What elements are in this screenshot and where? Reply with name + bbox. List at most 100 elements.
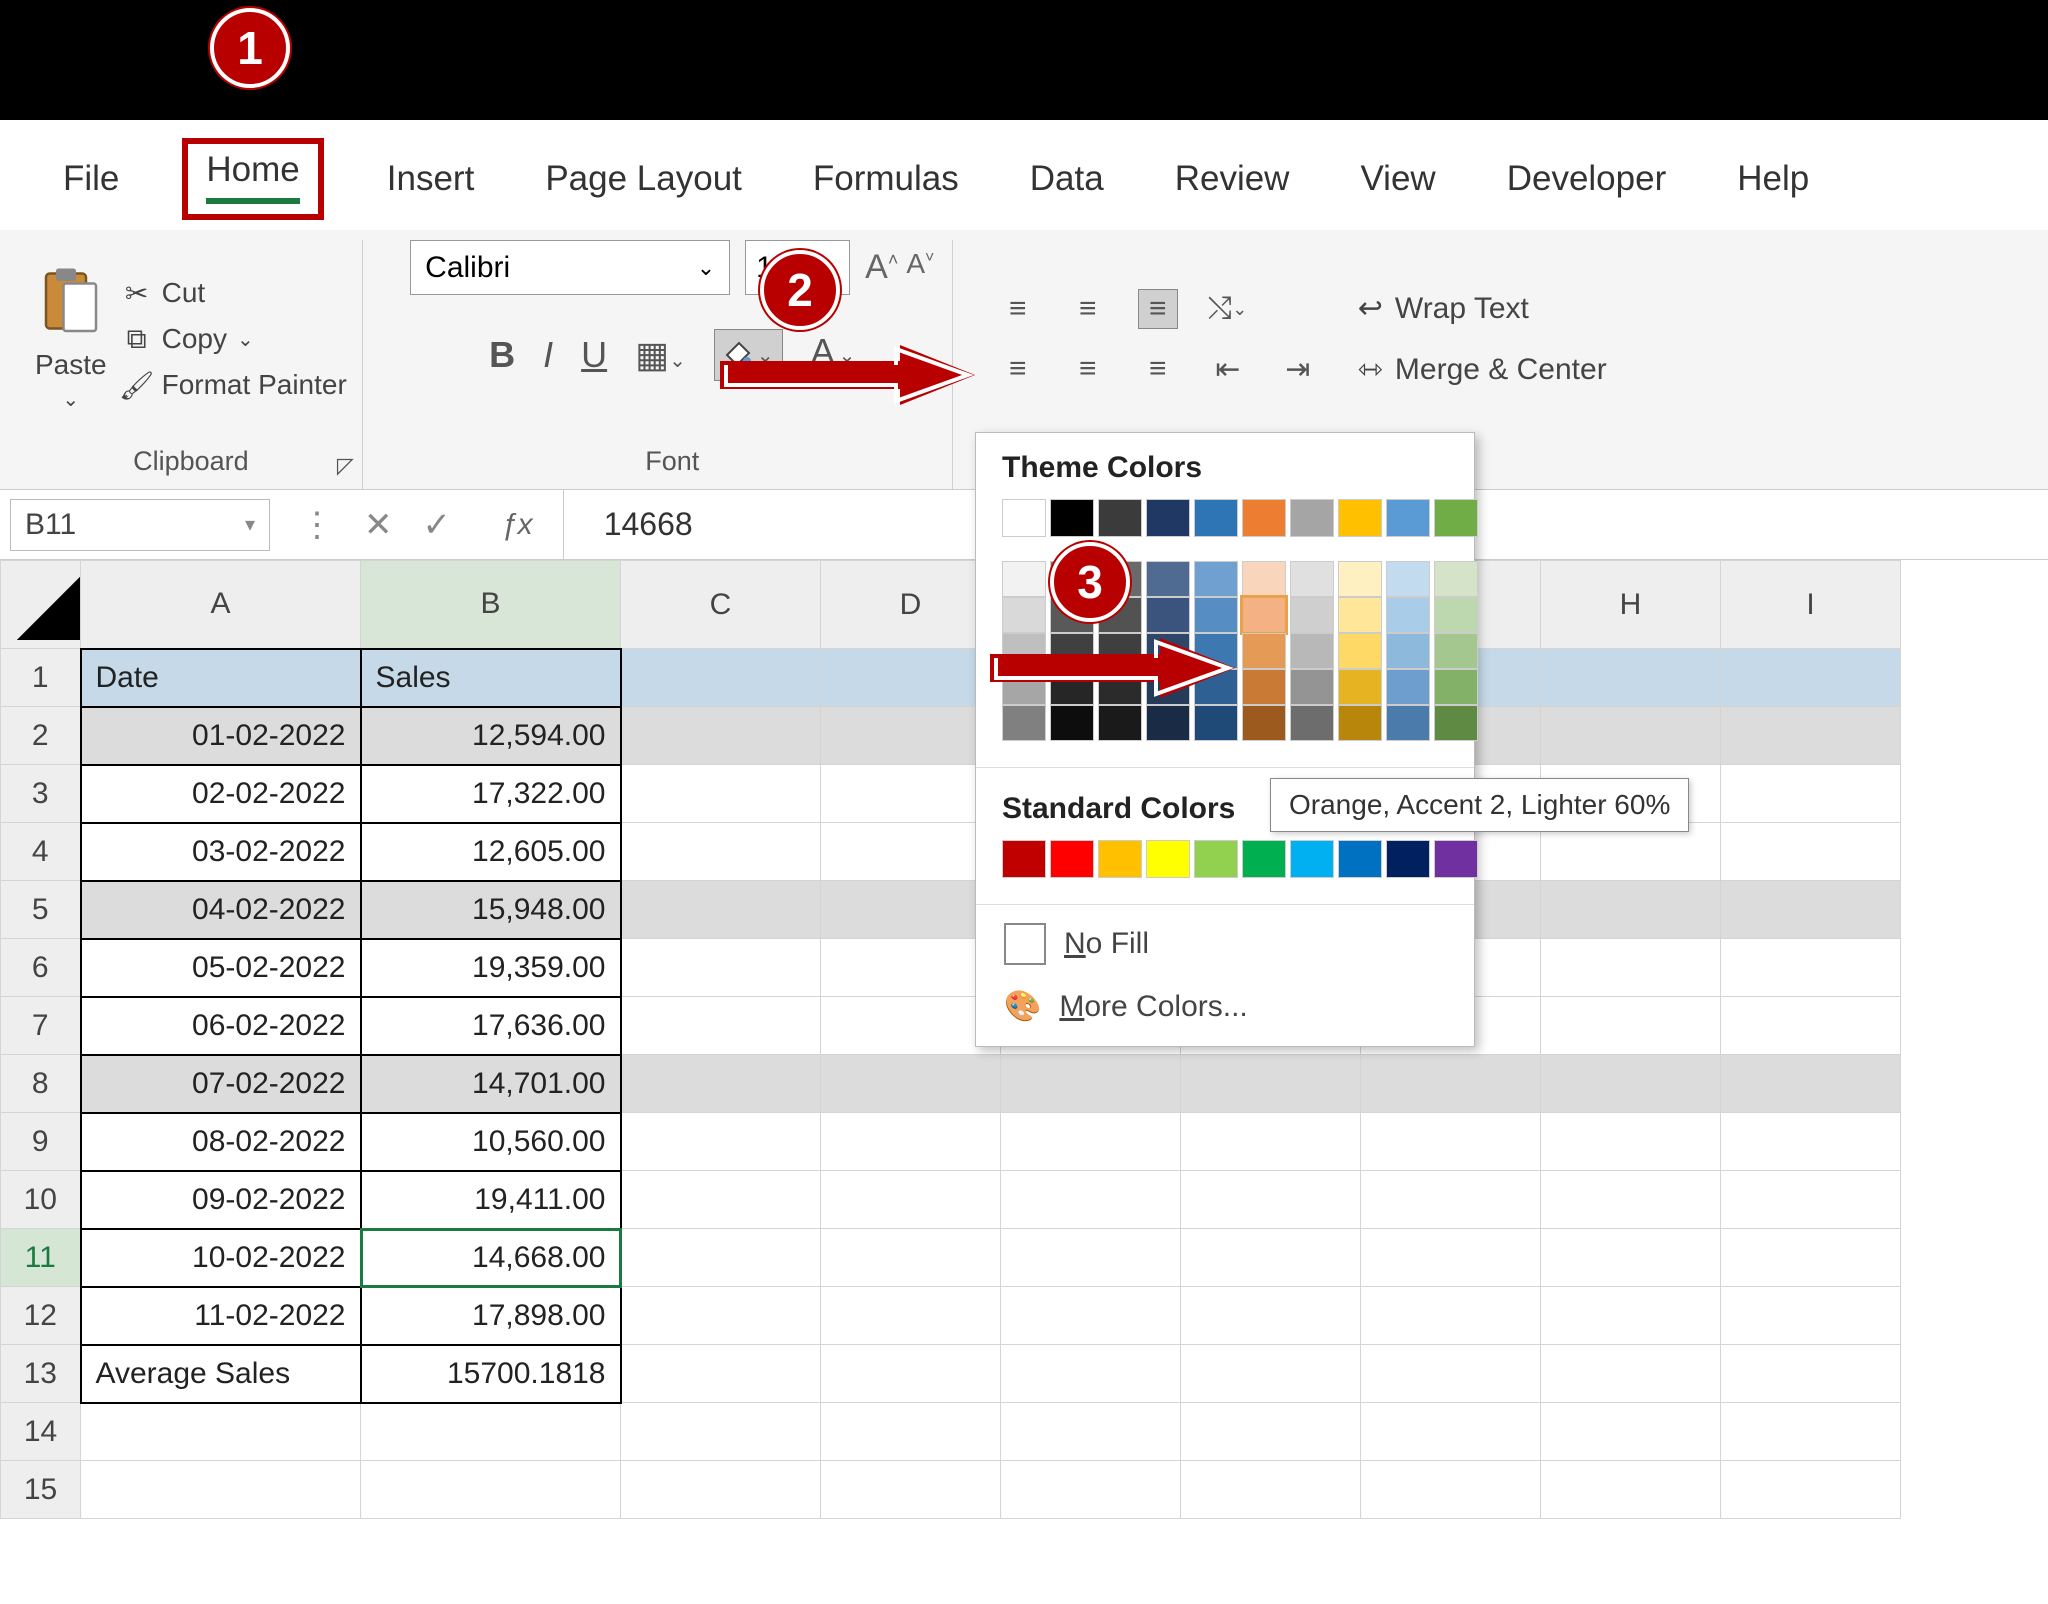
- cell[interactable]: [1181, 1113, 1361, 1171]
- tab-formulas[interactable]: Formulas: [805, 155, 967, 203]
- cell[interactable]: [1721, 939, 1901, 997]
- cell[interactable]: [361, 1461, 621, 1519]
- color-swatch[interactable]: [1194, 499, 1238, 537]
- row-header[interactable]: 3: [1, 765, 81, 823]
- color-swatch[interactable]: [1434, 705, 1478, 741]
- cell[interactable]: [621, 649, 821, 707]
- cell[interactable]: [1181, 1287, 1361, 1345]
- bold-button[interactable]: B: [489, 334, 515, 376]
- color-swatch[interactable]: [1386, 669, 1430, 705]
- increase-font-icon[interactable]: A˄: [865, 248, 898, 287]
- italic-button[interactable]: I: [543, 334, 553, 376]
- cell[interactable]: [821, 997, 1001, 1055]
- row-header[interactable]: 15: [1, 1461, 81, 1519]
- cell[interactable]: [1541, 1055, 1721, 1113]
- cell[interactable]: [1361, 1113, 1541, 1171]
- cell[interactable]: [1001, 1345, 1181, 1403]
- cell[interactable]: [361, 1403, 621, 1461]
- cell[interactable]: [1721, 1345, 1901, 1403]
- color-swatch[interactable]: [1290, 669, 1334, 705]
- row-header[interactable]: 10: [1, 1171, 81, 1229]
- cell[interactable]: 19,359.00: [361, 939, 621, 997]
- color-swatch[interactable]: [1434, 597, 1478, 633]
- cell[interactable]: [1361, 1229, 1541, 1287]
- cell[interactable]: [821, 707, 1001, 765]
- cell[interactable]: 04-02-2022: [81, 881, 361, 939]
- cell[interactable]: [821, 1345, 1001, 1403]
- row-header[interactable]: 1: [1, 649, 81, 707]
- cell[interactable]: [621, 707, 821, 765]
- cell[interactable]: 19,411.00: [361, 1171, 621, 1229]
- align-middle-icon[interactable]: ≡: [1068, 289, 1108, 329]
- cell[interactable]: [1541, 1461, 1721, 1519]
- cell[interactable]: [1361, 1403, 1541, 1461]
- cell[interactable]: 12,605.00: [361, 823, 621, 881]
- cell[interactable]: [81, 1403, 361, 1461]
- cell[interactable]: [1721, 1229, 1901, 1287]
- cell[interactable]: [1721, 881, 1901, 939]
- cell[interactable]: [1361, 1171, 1541, 1229]
- cell[interactable]: [1721, 1403, 1901, 1461]
- wrap-text-button[interactable]: ↩Wrap Text: [1358, 291, 1607, 326]
- cell[interactable]: [1181, 1345, 1361, 1403]
- color-swatch[interactable]: [1338, 597, 1382, 633]
- tab-view[interactable]: View: [1352, 155, 1443, 203]
- column-header[interactable]: C: [621, 561, 821, 649]
- cell[interactable]: [1721, 1113, 1901, 1171]
- cell[interactable]: [1361, 1461, 1541, 1519]
- cell[interactable]: [1361, 1345, 1541, 1403]
- cell[interactable]: [1001, 1461, 1181, 1519]
- cell[interactable]: 08-02-2022: [81, 1113, 361, 1171]
- color-swatch[interactable]: [1050, 840, 1094, 878]
- tab-insert[interactable]: Insert: [379, 155, 483, 203]
- color-swatch[interactable]: [1386, 499, 1430, 537]
- color-swatch[interactable]: [1098, 499, 1142, 537]
- color-swatch[interactable]: [1290, 499, 1334, 537]
- align-center-icon[interactable]: ≡: [1068, 349, 1108, 389]
- borders-button[interactable]: ▦⌄: [635, 334, 686, 376]
- cell[interactable]: [821, 939, 1001, 997]
- cell[interactable]: [1721, 997, 1901, 1055]
- cell[interactable]: [1181, 1229, 1361, 1287]
- color-swatch[interactable]: [1386, 705, 1430, 741]
- color-swatch[interactable]: [1434, 840, 1478, 878]
- cell[interactable]: Date: [81, 649, 361, 707]
- paste-button[interactable]: Paste ⌄: [35, 266, 107, 412]
- cell[interactable]: [1541, 1287, 1721, 1345]
- color-swatch[interactable]: [1434, 499, 1478, 537]
- cell[interactable]: 02-02-2022: [81, 765, 361, 823]
- cell[interactable]: 01-02-2022: [81, 707, 361, 765]
- cell[interactable]: 07-02-2022: [81, 1055, 361, 1113]
- cell[interactable]: [821, 765, 1001, 823]
- cell[interactable]: 17,898.00: [361, 1287, 621, 1345]
- cell[interactable]: [1721, 649, 1901, 707]
- cell[interactable]: [1541, 1171, 1721, 1229]
- cell[interactable]: Sales: [361, 649, 621, 707]
- cell[interactable]: 05-02-2022: [81, 939, 361, 997]
- chevron-down-icon[interactable]: ⌄: [237, 327, 254, 352]
- color-swatch[interactable]: [1338, 499, 1382, 537]
- select-all-button[interactable]: [1, 561, 81, 649]
- cell[interactable]: [1541, 649, 1721, 707]
- cell[interactable]: [1001, 1403, 1181, 1461]
- cell[interactable]: [821, 1461, 1001, 1519]
- decrease-indent-icon[interactable]: ⇤: [1208, 349, 1248, 389]
- cell[interactable]: 15700.1818: [361, 1345, 621, 1403]
- cell[interactable]: [1541, 1113, 1721, 1171]
- row-header[interactable]: 14: [1, 1403, 81, 1461]
- color-swatch[interactable]: [1098, 840, 1142, 878]
- tab-file[interactable]: File: [55, 155, 127, 203]
- cell[interactable]: [1541, 1403, 1721, 1461]
- align-top-icon[interactable]: ≡: [998, 289, 1038, 329]
- increase-indent-icon[interactable]: ⇥: [1278, 349, 1318, 389]
- cell[interactable]: Average Sales: [81, 1345, 361, 1403]
- cell[interactable]: [1721, 1461, 1901, 1519]
- row-header[interactable]: 2: [1, 707, 81, 765]
- cell[interactable]: 17,636.00: [361, 997, 621, 1055]
- chevron-down-icon[interactable]: ⌄: [697, 255, 715, 281]
- row-header[interactable]: 8: [1, 1055, 81, 1113]
- color-swatch[interactable]: [1290, 597, 1334, 633]
- color-swatch[interactable]: [1434, 561, 1478, 597]
- tab-review[interactable]: Review: [1167, 155, 1298, 203]
- color-swatch[interactable]: [1242, 499, 1286, 537]
